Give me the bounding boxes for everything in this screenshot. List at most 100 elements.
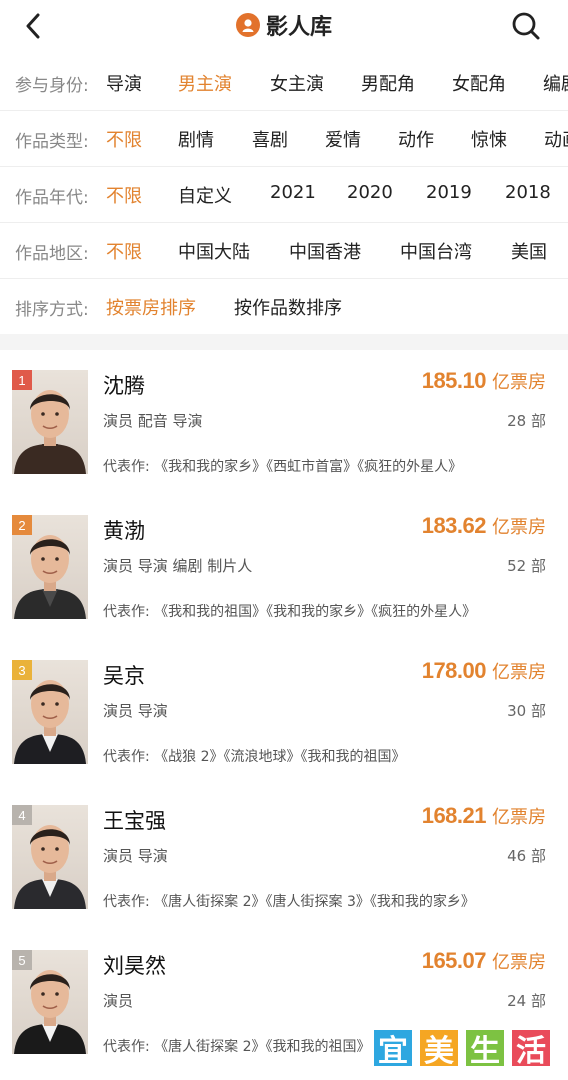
filter-row: 作品类型: 不限 剧情 喜剧 爱情 动作 惊悚 动画 (0, 111, 568, 167)
filter-option[interactable]: 动作 (398, 126, 434, 152)
actor-roles: 演员 配音 导演 (103, 412, 203, 430)
works-titles: 《我和我的祖国》《我和我的家乡》《疯狂的外星人》 (154, 604, 477, 620)
actor-name: 沈腾 (103, 374, 145, 398)
works-label: 代表作: (103, 604, 150, 620)
box-office-unit: 亿票房 (492, 807, 546, 828)
filter-option[interactable]: 自定义 (178, 182, 232, 208)
filter-row: 作品年代: 不限 自定义 2021 2020 2019 2018 (0, 167, 568, 223)
box-office-unit: 亿票房 (492, 662, 546, 683)
filter-option[interactable]: 女配角 (452, 70, 506, 96)
filter-option[interactable]: 2019 (426, 182, 472, 203)
filter-option[interactable]: 惊悚 (471, 126, 507, 152)
film-count: 24 部 (507, 992, 546, 1010)
filter-option[interactable]: 导演 (106, 70, 142, 96)
filter-option[interactable]: 中国台湾 (400, 238, 472, 264)
watermark-char: 宜 (372, 1028, 414, 1069)
filter-option[interactable]: 男配角 (361, 70, 415, 96)
actor-name: 吴京 (103, 664, 145, 688)
box-office: 183.62 亿票房 (422, 513, 546, 539)
watermark-char: 美 (418, 1028, 460, 1069)
box-office: 165.07 亿票房 (422, 948, 546, 974)
actor-list-item[interactable]: 4 王宝强 演员 导演 代表作: 《唐人街探案 2》《唐人街探案 3》《我和我的… (0, 785, 568, 930)
filter-option[interactable]: 2021 (270, 182, 316, 203)
filter-option[interactable]: 中国香港 (289, 238, 361, 264)
watermark-char: 生 (464, 1028, 506, 1069)
representative-works: 代表作: 《战狼 2》《流浪地球》《我和我的祖国》 (103, 746, 406, 766)
rank-badge: 2 (12, 515, 32, 535)
actor-list-item[interactable]: 2 黄渤 演员 导演 编剧 制片人 代表作: 《我和我的祖国》《我和我的家乡》《… (0, 495, 568, 640)
box-office-value: 183.62 (421, 513, 487, 538)
representative-works: 代表作: 《我和我的家乡》《西虹市首富》《疯狂的外星人》 (103, 456, 462, 476)
box-office: 178.00 亿票房 (422, 658, 546, 684)
filter-row: 参与身份: 导演 男主演 女主演 男配角 女配角 编剧 (0, 55, 568, 111)
film-count: 30 部 (507, 702, 546, 720)
rank-badge: 1 (12, 370, 32, 390)
search-icon (512, 12, 540, 40)
filter-option[interactable]: 男主演 (178, 70, 232, 96)
representative-works: 代表作: 《唐人街探案 2》《唐人街探案 3》《我和我的家乡》 (103, 891, 475, 911)
box-office-value: 165.07 (421, 948, 487, 973)
works-titles: 《战狼 2》《流浪地球》《我和我的祖国》 (154, 749, 406, 765)
filter-label: 参与身份: (15, 76, 89, 96)
actor-list-item[interactable]: 3 吴京 演员 导演 代表作: 《战狼 2》《流浪地球》《我和我的祖国》 178… (0, 640, 568, 785)
filter-label: 作品地区: (15, 244, 89, 264)
works-titles: 《唐人街探案 2》《唐人街探案 3》《我和我的家乡》 (154, 894, 475, 910)
filter-label: 作品类型: (15, 132, 89, 152)
filter-option[interactable]: 2020 (347, 182, 393, 203)
representative-works: 代表作: 《我和我的祖国》《我和我的家乡》《疯狂的外星人》 (103, 601, 476, 621)
box-office: 185.10 亿票房 (422, 368, 546, 394)
film-count: 52 部 (507, 557, 546, 575)
filter-option[interactable]: 不限 (106, 182, 142, 208)
actor-name: 刘昊然 (103, 954, 166, 978)
filter-panel: 参与身份: 导演 男主演 女主演 男配角 女配角 编剧作品类型: 不限 剧情 喜剧 爱情 动作 惊悚 动画… (0, 55, 568, 335)
box-office: 168.21 亿票房 (422, 803, 546, 829)
box-office-unit: 亿票房 (492, 372, 546, 393)
filter-option[interactable]: 不限 (106, 126, 142, 152)
watermark-char: 活 (510, 1028, 552, 1069)
actor-avatar: 5 (12, 950, 88, 1054)
actor-list-item[interactable]: 1 沈腾 演员 配音 导演 代表作: 《我和我的家乡》《西虹市首富》《疯狂的外星… (0, 350, 568, 495)
rank-badge: 4 (12, 805, 32, 825)
filter-option[interactable]: 按票房排序 (106, 294, 196, 320)
rank-badge: 5 (12, 950, 32, 970)
works-titles: 《我和我的家乡》《西虹市首富》《疯狂的外星人》 (154, 459, 463, 475)
box-office-value: 178.00 (421, 658, 487, 683)
representative-works: 代表作: 《唐人街探案 2》《我和我的祖国》 (103, 1036, 371, 1056)
filter-option[interactable]: 动画 (544, 126, 568, 152)
actor-avatar: 3 (12, 660, 88, 764)
filter-option[interactable]: 女主演 (270, 70, 324, 96)
rank-badge: 3 (12, 660, 32, 680)
filter-option[interactable]: 不限 (106, 238, 142, 264)
film-library-logo-icon (235, 13, 260, 37)
filter-option[interactable]: 美国 (511, 238, 547, 264)
filter-option[interactable]: 爱情 (325, 126, 361, 152)
search-button[interactable] (508, 8, 544, 44)
works-label: 代表作: (103, 459, 150, 475)
actor-roles: 演员 导演 (103, 702, 168, 720)
filter-row: 作品地区: 不限 中国大陆 中国香港 中国台湾 美国 (0, 223, 568, 279)
filter-option[interactable]: 喜剧 (252, 126, 288, 152)
filter-option[interactable]: 编剧 (543, 70, 568, 96)
box-office-unit: 亿票房 (492, 952, 546, 973)
actor-roles: 演员 导演 (103, 847, 168, 865)
actor-name: 王宝强 (103, 809, 166, 833)
works-label: 代表作: (103, 894, 150, 910)
film-count: 28 部 (507, 412, 546, 430)
works-label: 代表作: (103, 1039, 150, 1055)
works-label: 代表作: (103, 749, 150, 765)
watermark: 宜美生活 (372, 1028, 552, 1069)
film-count: 46 部 (507, 847, 546, 865)
app-header: 影人库 (0, 0, 568, 52)
works-titles: 《唐人街探案 2》《我和我的祖国》 (154, 1039, 371, 1055)
box-office-value: 168.21 (421, 803, 487, 828)
filter-option[interactable]: 剧情 (178, 126, 214, 152)
filter-option[interactable]: 按作品数排序 (234, 294, 342, 320)
section-divider (0, 334, 568, 350)
actor-roles: 演员 导演 编剧 制片人 (103, 557, 253, 575)
title-group: 影人库 (0, 8, 568, 42)
actor-name: 黄渤 (103, 519, 145, 543)
box-office-unit: 亿票房 (492, 517, 546, 538)
actor-roles: 演员 (103, 992, 134, 1010)
filter-option[interactable]: 中国大陆 (178, 238, 250, 264)
filter-option[interactable]: 2018 (505, 182, 551, 203)
